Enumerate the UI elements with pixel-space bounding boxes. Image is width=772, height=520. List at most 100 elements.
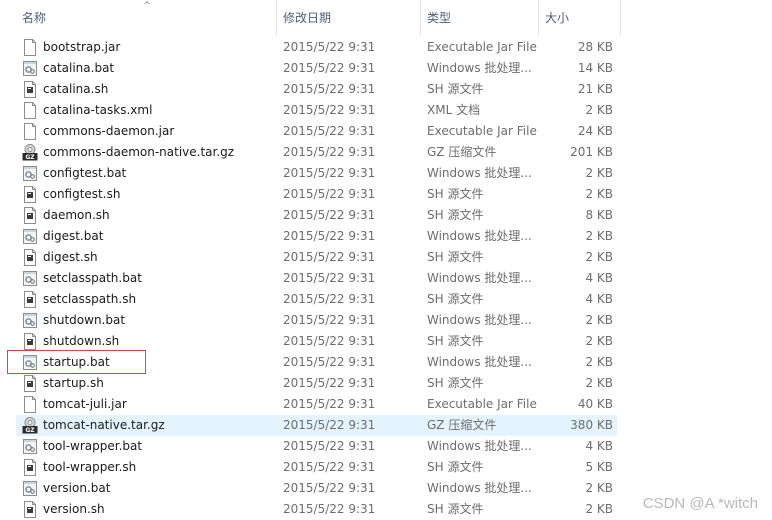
file-row[interactable]: configtest.bat 2015/5/22 9:31 Windows 批处理.… — [16, 163, 617, 184]
file-row[interactable]: version.sh 2015/5/22 9:31 SH 源文件 2 KB — [16, 499, 617, 520]
file-size: 28 KB — [577, 40, 613, 54]
file-name: startup.sh — [43, 376, 104, 390]
file-row[interactable]: commons-daemon.jar 2015/5/22 9:31 Executab… — [16, 121, 617, 142]
file-size: 2 KB — [585, 103, 613, 117]
file-date-modified: 2015/5/22 9:31 — [283, 187, 376, 201]
file-type: Windows 批处理... — [427, 271, 532, 285]
file-date-modified: 2015/5/22 9:31 — [283, 40, 376, 54]
file-date-modified: 2015/5/22 9:31 — [283, 460, 376, 474]
jar-file-icon — [22, 396, 38, 413]
file-size: 4 KB — [585, 292, 613, 306]
file-size: 40 KB — [577, 397, 613, 411]
file-name: catalina-tasks.xml — [43, 103, 153, 117]
file-size: 14 KB — [577, 61, 613, 75]
file-date-modified: 2015/5/22 9:31 — [283, 124, 376, 138]
jar-file-icon — [22, 123, 38, 140]
file-date-modified: 2015/5/22 9:31 — [283, 439, 376, 453]
file-size: 24 KB — [577, 124, 613, 138]
file-row[interactable]: tool-wrapper.sh 2015/5/22 9:31 SH 源文件 5 KB — [16, 457, 617, 478]
file-type: Windows 批处理... — [427, 481, 532, 495]
file-date-modified: 2015/5/22 9:31 — [283, 376, 376, 390]
file-name: setclasspath.bat — [43, 271, 142, 285]
file-type: Executable Jar File — [427, 40, 537, 54]
file-row[interactable]: catalina-tasks.xml 2015/5/22 9:31 XML 文档 2 … — [16, 100, 617, 121]
file-row[interactable]: version.bat 2015/5/22 9:31 Windows 批处理... 2… — [16, 478, 617, 499]
file-name: version.bat — [43, 481, 111, 495]
file-type: SH 源文件 — [427, 292, 484, 306]
sh-file-icon — [22, 291, 38, 308]
file-size: 21 KB — [577, 82, 613, 96]
column-header-type[interactable]: 类型 — [421, 0, 539, 36]
file-type: Windows 批处理... — [427, 355, 532, 369]
file-type: Windows 批处理... — [427, 313, 532, 327]
file-type: SH 源文件 — [427, 334, 484, 348]
file-date-modified: 2015/5/22 9:31 — [283, 229, 376, 243]
file-date-modified: 2015/5/22 9:31 — [283, 103, 376, 117]
batch-file-icon — [22, 60, 38, 77]
file-name: tomcat-juli.jar — [43, 397, 127, 411]
file-name: daemon.sh — [43, 208, 110, 222]
file-name: configtest.sh — [43, 187, 121, 201]
batch-file-icon — [22, 480, 38, 497]
file-name: commons-daemon.jar — [43, 124, 175, 138]
file-size: 2 KB — [585, 229, 613, 243]
file-row[interactable]: bootstrap.jar 2015/5/22 9:31 Executable Ja… — [16, 37, 617, 58]
file-date-modified: 2015/5/22 9:31 — [283, 355, 376, 369]
gz-archive-icon: GZ — [22, 144, 38, 161]
file-row[interactable]: catalina.sh 2015/5/22 9:31 SH 源文件 21 KB — [16, 79, 617, 100]
file-type: SH 源文件 — [427, 502, 484, 516]
file-date-modified: 2015/5/22 9:31 — [283, 292, 376, 306]
file-type: SH 源文件 — [427, 208, 484, 222]
file-size: 2 KB — [585, 166, 613, 180]
file-size: 5 KB — [585, 460, 613, 474]
file-row[interactable]: catalina.bat 2015/5/22 9:31 Windows 批处理...… — [16, 58, 617, 79]
file-date-modified: 2015/5/22 9:31 — [283, 145, 376, 159]
file-date-modified: 2015/5/22 9:31 — [283, 250, 376, 264]
sh-file-icon — [22, 207, 38, 224]
file-row[interactable]: configtest.sh 2015/5/22 9:31 SH 源文件 2 KB — [16, 184, 617, 205]
file-date-modified: 2015/5/22 9:31 — [283, 397, 376, 411]
batch-file-icon — [22, 165, 38, 182]
file-row[interactable]: daemon.sh 2015/5/22 9:31 SH 源文件 8 KB — [16, 205, 617, 226]
file-size: 2 KB — [585, 376, 613, 390]
file-date-modified: 2015/5/22 9:31 — [283, 418, 376, 432]
file-type: Windows 批处理... — [427, 229, 532, 243]
jar-file-icon — [22, 39, 38, 56]
file-type: SH 源文件 — [427, 187, 484, 201]
column-header-size[interactable]: 大小 — [539, 0, 621, 36]
column-header-name[interactable]: 名称 — [16, 0, 277, 36]
sh-file-icon — [22, 501, 38, 518]
file-row[interactable]: startup.sh 2015/5/22 9:31 SH 源文件 2 KB — [16, 373, 617, 394]
file-row[interactable]: shutdown.sh 2015/5/22 9:31 SH 源文件 2 KB — [16, 331, 617, 352]
file-size: 2 KB — [585, 313, 613, 327]
file-row[interactable]: GZ tomcat-native.tar.gz 2015/5/22 9:31 GZ 压… — [16, 415, 617, 436]
file-type: Executable Jar File — [427, 124, 537, 138]
file-size: 2 KB — [585, 481, 613, 495]
file-name: commons-daemon-native.tar.gz — [43, 145, 235, 159]
file-row[interactable]: setclasspath.sh 2015/5/22 9:31 SH 源文件 4 KB — [16, 289, 617, 310]
file-name: tool-wrapper.bat — [43, 439, 143, 453]
file-row[interactable]: tool-wrapper.bat 2015/5/22 9:31 Windows 批处… — [16, 436, 617, 457]
file-date-modified: 2015/5/22 9:31 — [283, 271, 376, 285]
file-row[interactable]: GZ commons-daemon-native.tar.gz 2015/5/22 … — [16, 142, 617, 163]
column-header-date-modified[interactable]: 修改日期 — [277, 0, 421, 36]
file-size: 201 KB — [570, 145, 613, 159]
file-row[interactable]: setclasspath.bat 2015/5/22 9:31 Windows 批处… — [16, 268, 617, 289]
file-name: digest.sh — [43, 250, 98, 264]
file-size: 4 KB — [585, 271, 613, 285]
file-type: SH 源文件 — [427, 82, 484, 96]
file-date-modified: 2015/5/22 9:31 — [283, 61, 376, 75]
file-size: 2 KB — [585, 334, 613, 348]
file-date-modified: 2015/5/22 9:31 — [283, 166, 376, 180]
file-row[interactable]: shutdown.bat 2015/5/22 9:31 Windows 批处理...… — [16, 310, 617, 331]
file-type: SH 源文件 — [427, 376, 484, 390]
file-date-modified: 2015/5/22 9:31 — [283, 334, 376, 348]
file-row[interactable]: tomcat-juli.jar 2015/5/22 9:31 Executable … — [16, 394, 617, 415]
watermark-text: CSDN @A *witch — [642, 495, 758, 512]
file-row[interactable]: digest.bat 2015/5/22 9:31 Windows 批处理... 2 … — [16, 226, 617, 247]
batch-file-icon — [22, 228, 38, 245]
file-row[interactable]: digest.sh 2015/5/22 9:31 SH 源文件 2 KB — [16, 247, 617, 268]
svg-text:GZ: GZ — [25, 427, 35, 434]
file-name: setclasspath.sh — [43, 292, 137, 306]
file-size: 4 KB — [585, 439, 613, 453]
